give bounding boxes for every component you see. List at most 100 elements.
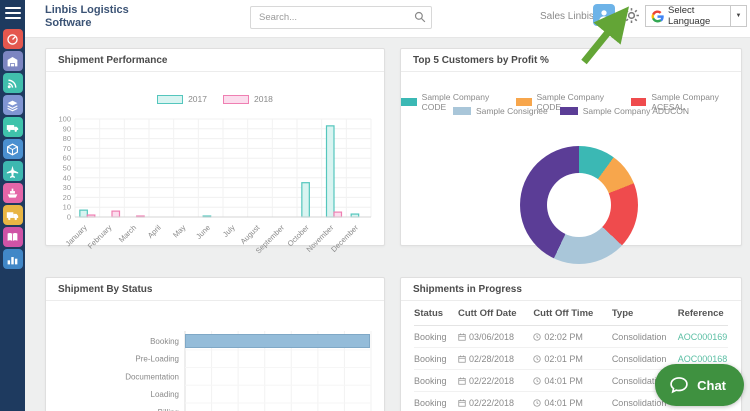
table-cell: 04:01 PM <box>533 392 612 411</box>
svg-text:August: August <box>239 222 263 246</box>
language-selector-label: Select Language <box>668 5 730 27</box>
column-header: Cutt Off Date <box>458 301 533 326</box>
column-header: Type <box>612 301 678 326</box>
reference-link[interactable]: AOC000169 <box>678 332 728 342</box>
calendar-icon <box>458 355 466 363</box>
sidebar-item-warehouse[interactable] <box>3 51 23 71</box>
legend-swatch <box>401 98 417 106</box>
svg-text:April: April <box>146 223 163 240</box>
warehouse-icon <box>6 55 19 68</box>
panel-title: Top 5 Customers by Profit % <box>401 49 741 72</box>
svg-text:March: March <box>117 223 138 244</box>
sidebar-item-book[interactable] <box>3 227 23 247</box>
settings-gear-icon[interactable] <box>623 7 640 29</box>
sidebar-item-ship[interactable] <box>3 183 23 203</box>
svg-text:May: May <box>171 223 188 240</box>
reference-link[interactable]: AOC000168 <box>678 354 728 364</box>
svg-text:December: December <box>329 223 360 254</box>
clock-icon <box>533 399 541 407</box>
truck-icon <box>6 209 19 222</box>
book-icon <box>6 231 19 244</box>
calendar-icon <box>458 399 466 407</box>
shipment-performance-chart: 201720180102030405060708090100JanuaryFeb… <box>46 72 384 245</box>
legend-swatch <box>560 107 578 115</box>
sidebar-item-dashboard[interactable] <box>3 29 23 49</box>
legend-swatch <box>631 98 647 106</box>
table-cell: 02/22/2018 <box>458 370 533 392</box>
panel-top-customers: Top 5 Customers by Profit % Sample Compa… <box>400 48 742 246</box>
svg-text:February: February <box>86 223 114 251</box>
menu-hamburger-icon[interactable] <box>5 7 21 19</box>
sidebar-item-layers[interactable] <box>3 95 23 115</box>
legend-label: Sample Consignee <box>476 106 548 116</box>
language-selector[interactable]: Select Language ▼ <box>645 5 747 27</box>
sidebar-item-wireless[interactable] <box>3 73 23 93</box>
svg-text:90: 90 <box>63 124 71 133</box>
table-cell: 02/28/2018 <box>458 348 533 370</box>
dashboard-icon <box>6 33 19 46</box>
app-title: Linbis Logistics Software <box>45 4 129 30</box>
legend-swatch <box>157 95 183 104</box>
status-bar-Booking <box>186 335 370 348</box>
sidebar-item-chart[interactable] <box>3 249 23 269</box>
chat-button[interactable]: Chat <box>655 364 744 406</box>
svg-text:50: 50 <box>63 164 71 173</box>
airplane-icon <box>6 165 19 178</box>
wireless-icon <box>6 77 19 90</box>
clock-icon <box>533 355 541 363</box>
google-logo-icon <box>651 10 664 23</box>
panel-shipment-by-status: Shipment By Status BookingPre-LoadingDoc… <box>45 277 385 411</box>
svg-text:100: 100 <box>58 115 71 124</box>
table-row: Booking03/06/201802:02 PMConsolidationAO… <box>414 326 728 348</box>
bar-2017-November <box>327 126 335 217</box>
svg-text:10: 10 <box>63 203 71 212</box>
table-cell: Booking <box>414 392 458 411</box>
search-icon[interactable] <box>414 11 426 23</box>
bar-2017-January <box>80 210 88 217</box>
van-icon <box>6 121 19 134</box>
column-header: Reference <box>678 301 728 326</box>
svg-text:20: 20 <box>63 193 71 202</box>
legend-item: Sample Company ADUCON <box>560 106 689 116</box>
svg-text:40: 40 <box>63 173 71 182</box>
legend-swatch <box>453 107 471 115</box>
legend-swatch <box>223 95 249 104</box>
table-header-row: StatusCutt Off DateCutt Off TimeTypeRefe… <box>414 301 728 326</box>
clock-icon <box>533 333 541 341</box>
panel-title: Shipments in Progress <box>401 278 741 301</box>
layers-icon <box>6 99 19 112</box>
hbar-chart-svg: BookingPre-LoadingDocumentationLoadingBi… <box>49 329 381 411</box>
person-icon <box>597 8 611 22</box>
chat-button-label: Chat <box>697 378 726 393</box>
user-avatar[interactable] <box>593 4 615 26</box>
sidebar <box>0 0 25 411</box>
svg-text:Loading: Loading <box>151 390 179 399</box>
legend-label: 2018 <box>254 94 273 104</box>
sidebar-item-package[interactable] <box>3 139 23 159</box>
legend-item: Sample Consignee <box>453 106 548 116</box>
ship-icon <box>6 187 19 200</box>
top-header: Linbis Logistics Software Sales Linbis S… <box>25 0 750 38</box>
chart-icon <box>6 253 19 266</box>
svg-text:30: 30 <box>63 183 71 192</box>
svg-text:Documentation: Documentation <box>125 372 179 381</box>
svg-text:0: 0 <box>67 213 71 222</box>
sidebar-item-van[interactable] <box>3 117 23 137</box>
language-caret-icon[interactable]: ▼ <box>730 6 746 26</box>
svg-text:Booking: Booking <box>150 337 179 346</box>
sidebar-item-airplane[interactable] <box>3 161 23 181</box>
panel-shipment-performance: Shipment Performance 2017201801020304050… <box>45 48 385 246</box>
sidebar-item-truck[interactable] <box>3 205 23 225</box>
legend-label: Sample Company ADUCON <box>583 106 689 116</box>
bar-2017-October <box>302 183 310 217</box>
table-cell: Booking <box>414 348 458 370</box>
table-cell: 03/06/2018 <box>458 326 533 348</box>
svg-text:60: 60 <box>63 154 71 163</box>
search-input[interactable] <box>250 6 432 29</box>
svg-text:July: July <box>221 223 237 239</box>
svg-text:Pre-Loading: Pre-Loading <box>135 355 179 364</box>
legend-item: 2018 <box>223 94 273 104</box>
svg-text:70: 70 <box>63 144 71 153</box>
table-cell: Booking <box>414 326 458 348</box>
table-cell: Booking <box>414 370 458 392</box>
